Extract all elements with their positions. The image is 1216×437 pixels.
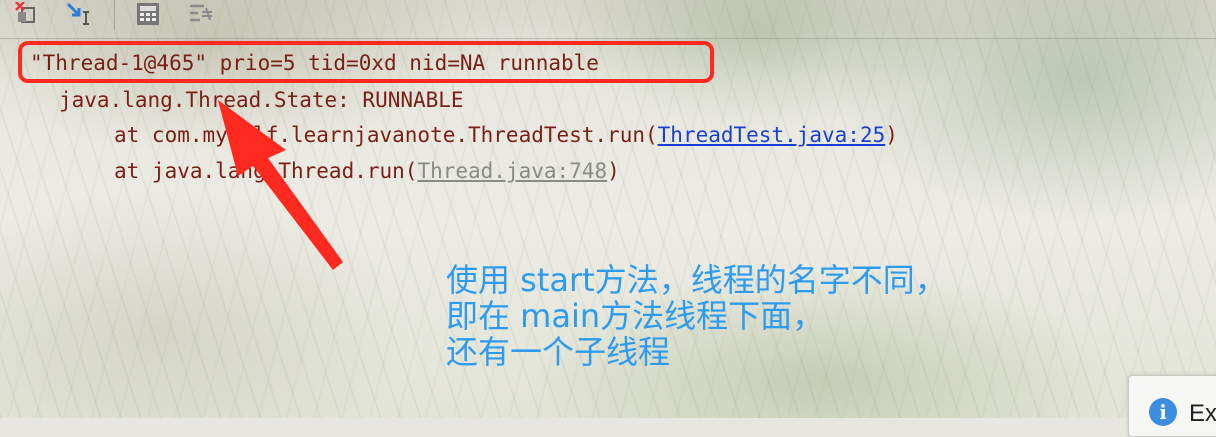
notification-text: Ex [1189, 400, 1216, 427]
annotation-note: 使用 start方法，线程的名字不同， 即在 main方法线程下面， 还有一个子… [446, 262, 947, 370]
annotation-line-2: 即在 main方法线程下面， [446, 297, 825, 335]
info-icon: i [1149, 398, 1177, 426]
annotation-line-3: 还有一个子线程 [446, 333, 671, 371]
annotation-line-1: 使用 start方法，线程的名字不同， [446, 261, 947, 299]
notification-popup[interactable]: i Ex [1128, 375, 1216, 437]
